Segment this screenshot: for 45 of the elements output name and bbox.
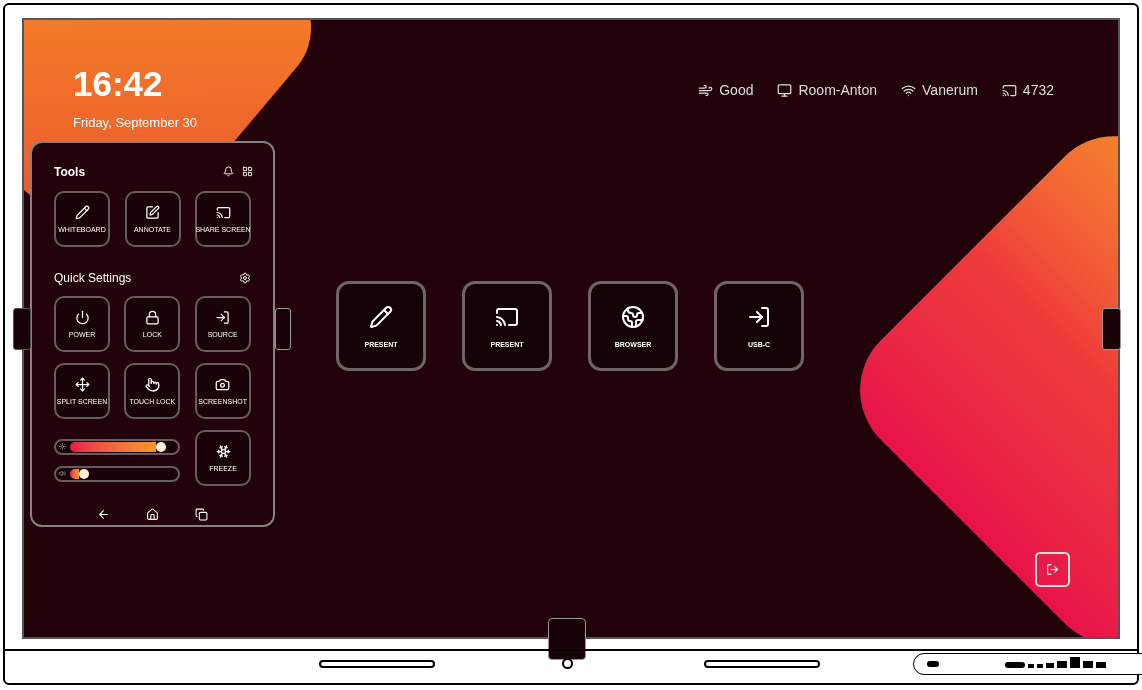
exit-button[interactable] — [1035, 552, 1070, 587]
clock-time: 16:42 — [73, 66, 164, 101]
status-label: Vanerum — [922, 81, 978, 100]
status-label: Good — [719, 81, 754, 100]
arrows-icon — [74, 376, 90, 392]
slider-thumb[interactable] — [79, 468, 90, 479]
settings-icon[interactable] — [239, 271, 251, 284]
sun-icon — [59, 443, 66, 450]
slider-fill — [70, 468, 80, 479]
monitor-icon — [777, 83, 793, 98]
bell-icon[interactable] — [223, 166, 234, 177]
home-icon[interactable] — [146, 507, 159, 521]
recent-apps-icon[interactable] — [195, 507, 208, 521]
wifi-icon — [901, 83, 917, 98]
cast-icon — [215, 204, 231, 220]
pencil-icon — [369, 304, 393, 329]
bottom-handle[interactable] — [548, 618, 586, 660]
status-label: Room-Anton — [798, 81, 878, 100]
cast-icon — [1001, 83, 1017, 98]
section-title: Tools — [54, 163, 86, 181]
clock-date: Friday, September 30 — [73, 114, 199, 132]
enter-icon — [215, 309, 231, 325]
enter-icon — [747, 304, 771, 329]
slider-track[interactable] — [54, 465, 180, 482]
side-handle[interactable] — [13, 308, 31, 350]
slider-track[interactable] — [54, 438, 180, 455]
wind-icon — [698, 83, 714, 98]
side-handle[interactable] — [1102, 308, 1121, 350]
slider-thumb[interactable] — [156, 441, 167, 452]
hand-icon — [144, 376, 160, 392]
snowflake-icon — [215, 443, 231, 459]
power-icon — [74, 309, 90, 325]
port-icon — [927, 661, 939, 667]
side-handle[interactable] — [275, 308, 291, 350]
back-icon[interactable] — [97, 507, 110, 521]
grid-icon[interactable] — [242, 166, 253, 177]
lock-icon — [144, 309, 160, 325]
globe-icon — [621, 304, 645, 329]
status-label: 4732 — [1022, 81, 1054, 100]
pencil-icon — [74, 204, 90, 220]
camera-icon — [215, 376, 231, 392]
exit-icon — [1046, 563, 1059, 576]
speaker-icon — [59, 470, 66, 477]
section-title: Quick Settings — [54, 269, 132, 287]
edit-icon — [145, 204, 160, 220]
